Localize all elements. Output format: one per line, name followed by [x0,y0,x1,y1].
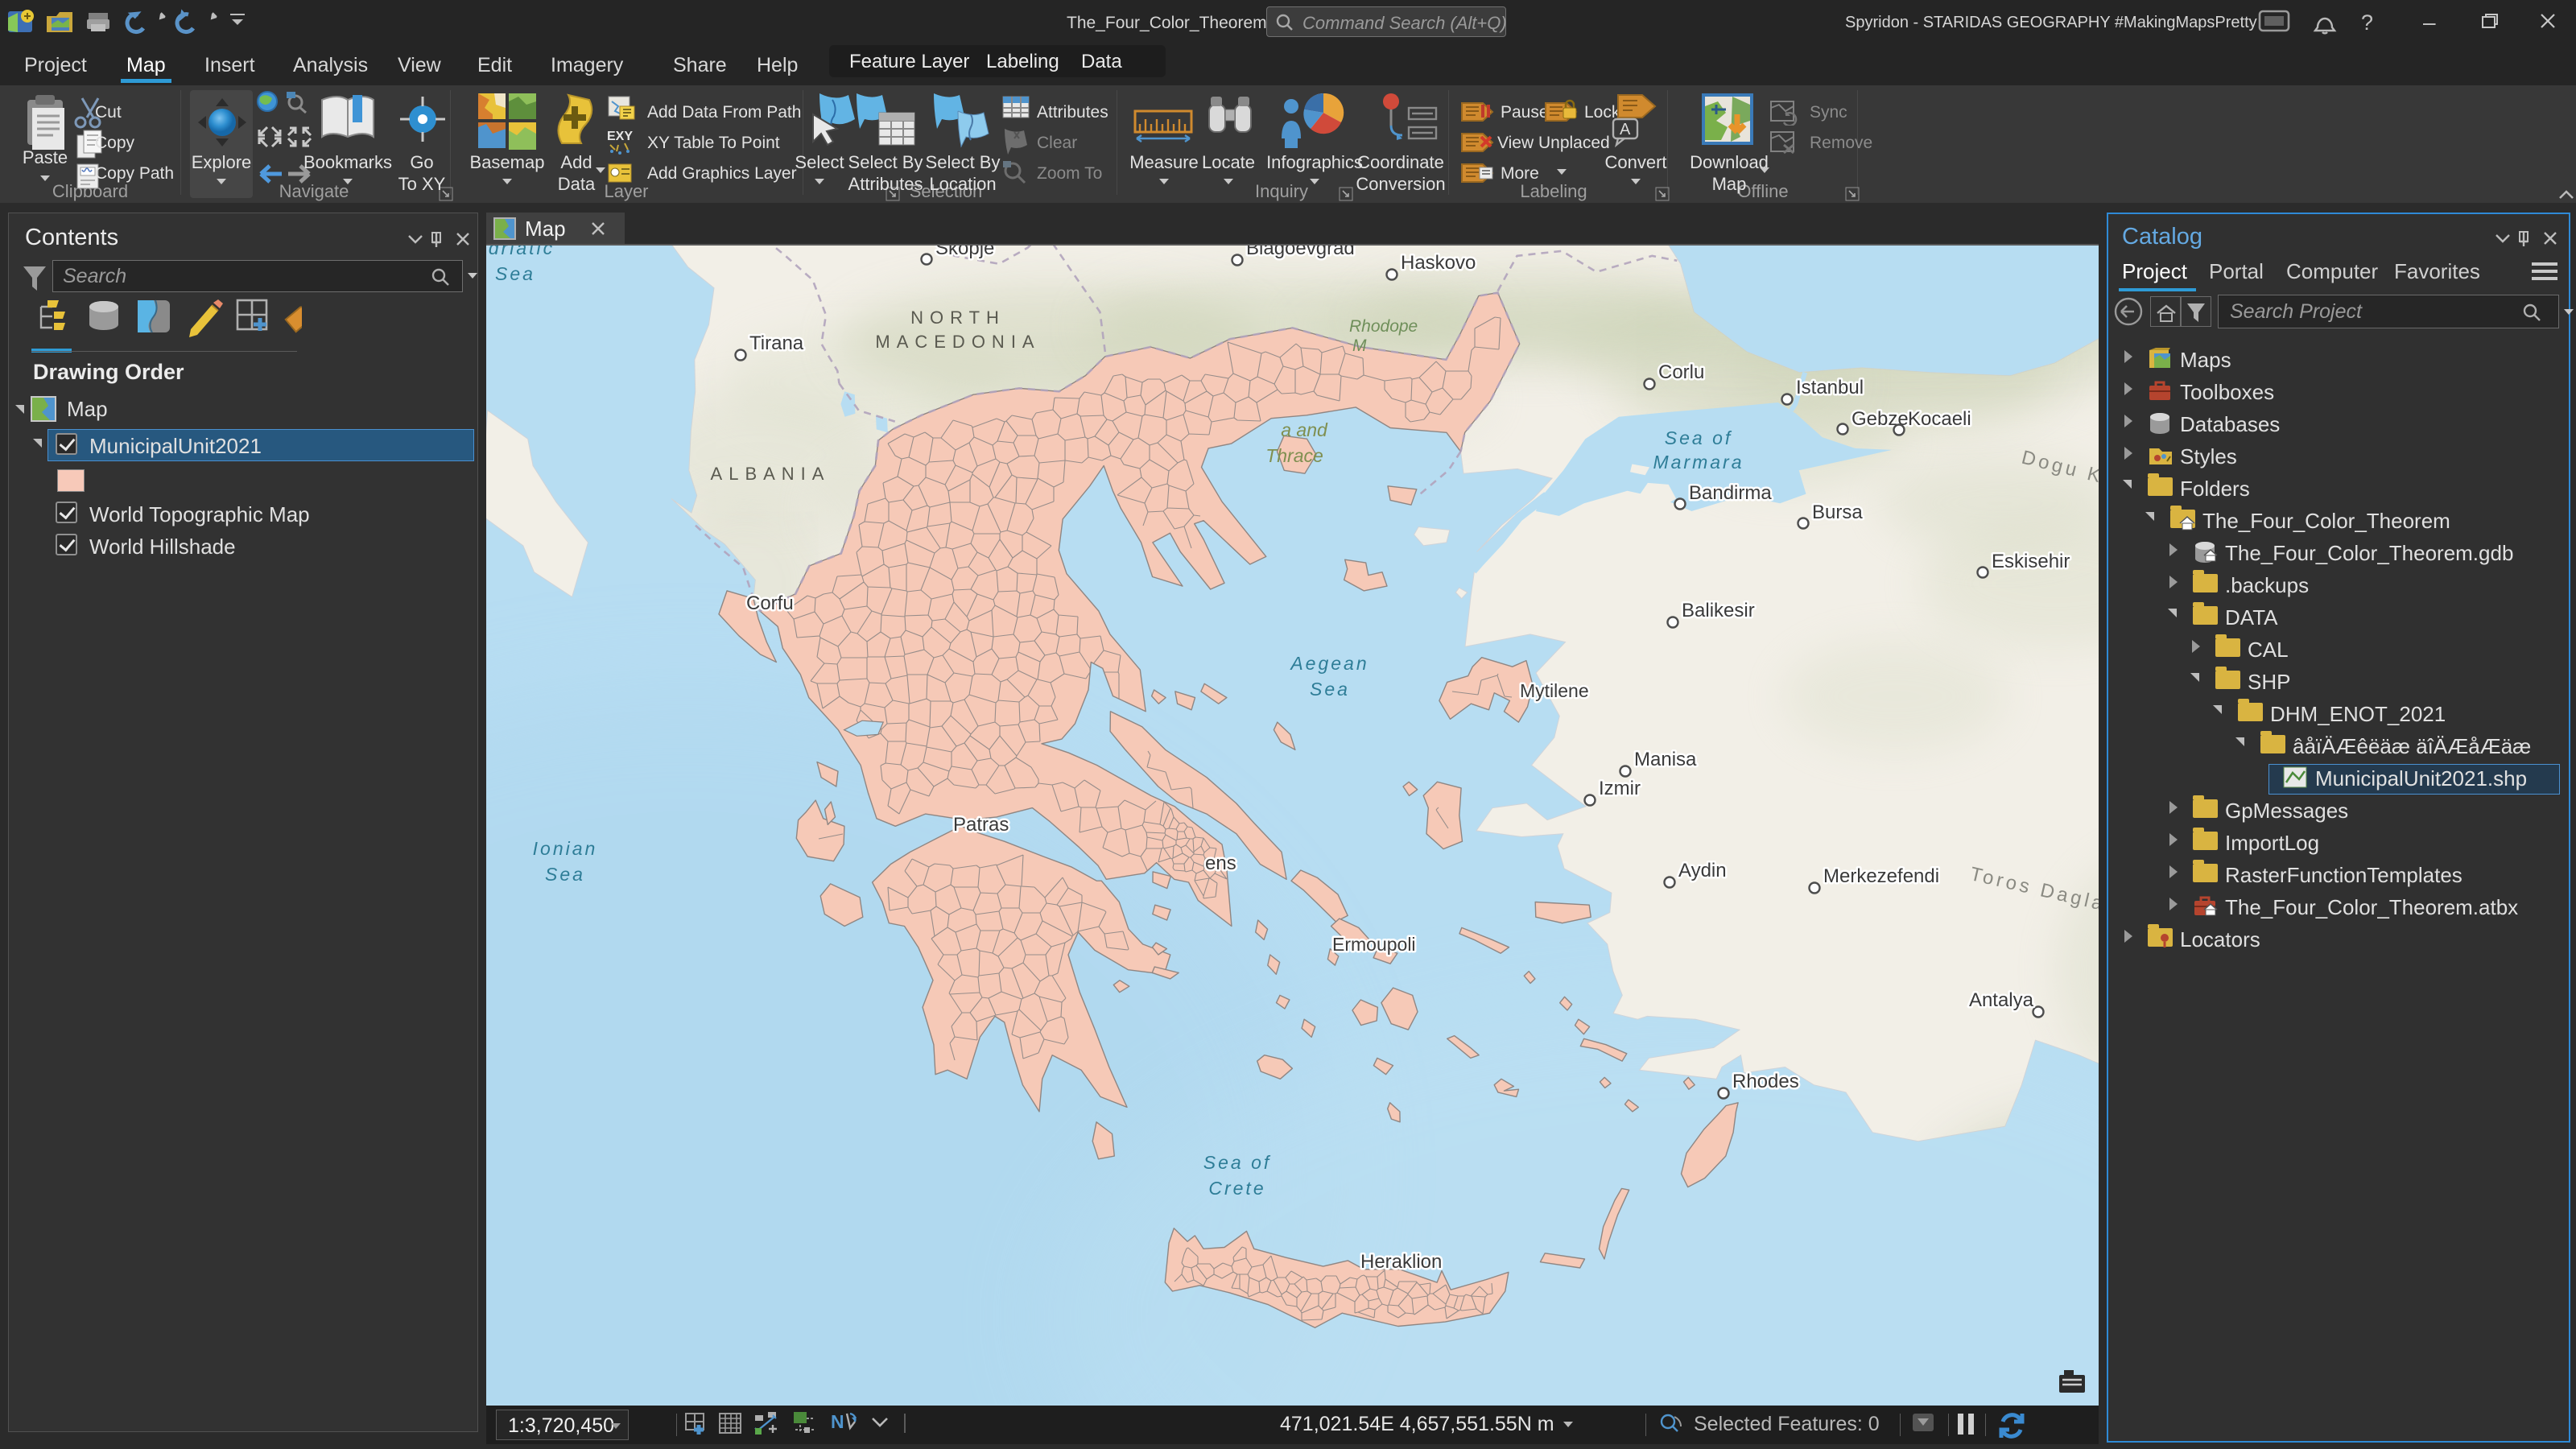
svg-text:Skopje: Skopje [935,246,994,259]
svg-text:EXY: EXY [607,130,633,143]
svg-text:ens: ens [1205,852,1236,874]
svg-text:Bursa: Bursa [1812,502,1863,523]
svg-text:?: ? [2361,10,2373,35]
svg-text:N: N [831,1411,844,1432]
svg-text:Ionian: Ionian [533,838,598,859]
svg-text:Mytilene: Mytilene [1520,680,1589,701]
svg-text:Heraklion: Heraklion [1360,1251,1442,1273]
svg-text:Rhodope: Rhodope [1349,317,1418,336]
svg-text:Balikesir: Balikesir [1682,600,1755,621]
svg-text:Thrace: Thrace [1265,445,1323,466]
svg-text:Bandirma: Bandirma [1689,482,1772,504]
svg-text:Sea: Sea [495,263,535,284]
svg-text:Corlu: Corlu [1658,361,1704,383]
svg-text:A: A [1620,121,1631,138]
svg-text:Marmara: Marmara [1653,452,1744,473]
svg-text:Rhodes: Rhodes [1732,1071,1799,1092]
svg-text:a and: a and [1281,419,1328,440]
svg-text:Corfu: Corfu [746,592,794,614]
svg-text:Blagoevgrad: Blagoevgrad [1246,246,1355,259]
svg-text:driatic: driatic [489,246,555,258]
svg-text:Aydin: Aydin [1678,860,1727,881]
svg-text:Crete: Crete [1208,1178,1265,1199]
svg-text:Patras: Patras [953,814,1009,836]
svg-text:Sea of: Sea of [1203,1152,1272,1173]
svg-text:Istanbul: Istanbul [1796,377,1864,398]
svg-text:Tirana: Tirana [749,332,804,354]
svg-text:Manisa: Manisa [1634,749,1697,770]
svg-text:NORTH: NORTH [910,308,1005,328]
svg-text:Izmir: Izmir [1599,778,1641,799]
svg-text:ALBANIA: ALBANIA [711,464,831,484]
svg-text:M: M [1352,336,1367,355]
svg-text:Sea: Sea [545,864,585,885]
svg-text:Antalya: Antalya [1969,989,2034,1011]
svg-text:Sea: Sea [1310,679,1350,700]
svg-text:Aegean: Aegean [1289,653,1368,674]
svg-text:Merkezefendi: Merkezefendi [1823,865,1939,887]
svg-text:Eskisehir: Eskisehir [1992,551,2070,572]
svg-text:Ermoupoli: Ermoupoli [1332,934,1416,955]
svg-text:Sea of: Sea of [1665,427,1733,448]
svg-text:Haskovo: Haskovo [1401,252,1476,274]
svg-text:Kocaeli: Kocaeli [1908,408,1971,430]
svg-text:MACEDONIA: MACEDONIA [875,332,1040,352]
